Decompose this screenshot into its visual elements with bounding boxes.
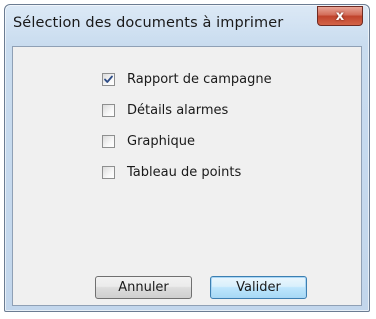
option-label: Tableau de points	[127, 164, 242, 180]
close-icon: x	[335, 8, 345, 24]
checkbox-details-alarmes[interactable]	[102, 103, 115, 117]
option-tableau-de-points[interactable]: Tableau de points	[102, 164, 241, 180]
option-rapport-de-campagne[interactable]: Rapport de campagne	[102, 71, 272, 87]
checkmark-icon	[104, 75, 113, 83]
option-graphique[interactable]: Graphique	[102, 133, 195, 149]
cancel-button[interactable]: Annuler	[95, 276, 192, 299]
option-label: Rapport de campagne	[127, 71, 272, 87]
checkbox-graphique[interactable]	[102, 134, 115, 148]
dialog-window: Sélection des documents à imprimer x Rap…	[4, 4, 370, 312]
dialog-content: Rapport de campagne Détails alarmes Grap…	[12, 46, 362, 306]
window-title: Sélection des documents à imprimer	[13, 15, 284, 31]
option-label: Détails alarmes	[127, 102, 229, 118]
close-button[interactable]: x	[317, 6, 363, 26]
option-label: Graphique	[127, 133, 195, 149]
option-details-alarmes[interactable]: Détails alarmes	[102, 102, 228, 118]
ok-button[interactable]: Valider	[210, 276, 307, 299]
checkbox-rapport-de-campagne[interactable]	[102, 72, 115, 86]
checkbox-tableau-de-points[interactable]	[102, 165, 115, 179]
